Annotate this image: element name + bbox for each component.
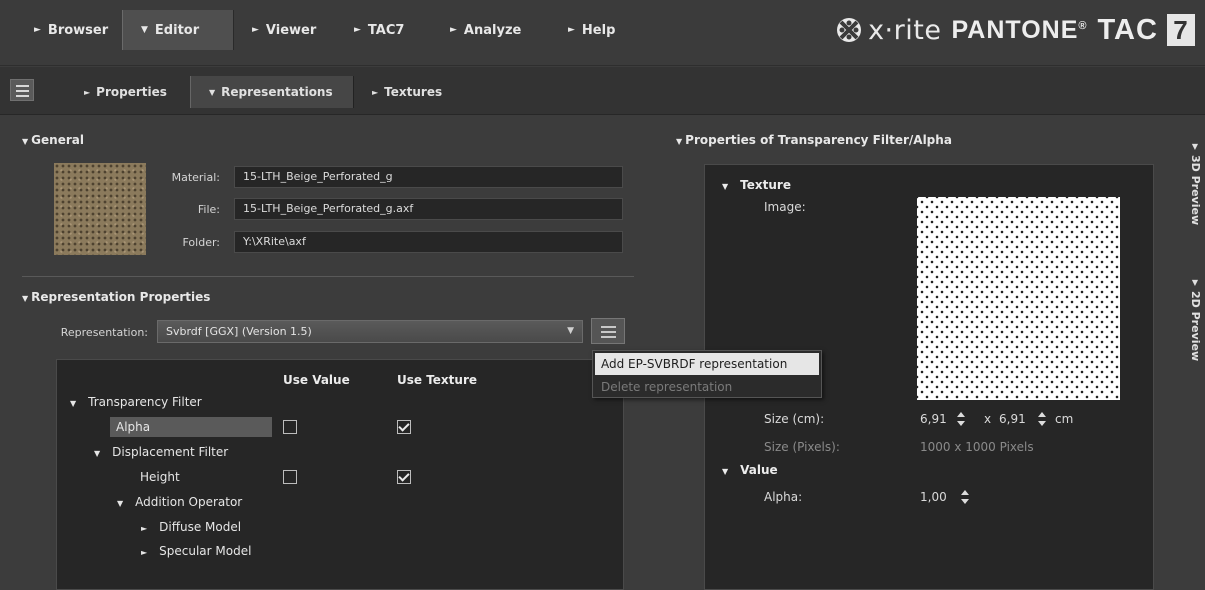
size-pixels-value: 1000 x 1000 Pixels — [920, 440, 1034, 454]
general-section-header[interactable]: ▼ General — [22, 133, 84, 147]
file-field[interactable]: 15-LTH_Beige_Perforated_g.axf — [234, 198, 623, 220]
tab-representations[interactable]: ▼ Representations — [190, 76, 354, 108]
tree-node-diffuse-model[interactable]: ► Diffuse Model — [141, 520, 241, 534]
size-height-spinner-icon[interactable] — [1038, 412, 1047, 426]
tab-help[interactable]: ► Help — [550, 10, 630, 50]
tab-viewer[interactable]: ► Viewer — [234, 10, 336, 50]
tac-logo: TAC 7 — [1097, 13, 1195, 47]
editor-sub-menu: ► Properties ▼ Representations ► Textures — [0, 67, 1205, 115]
xrite-logo: x·rite — [836, 15, 941, 46]
tree-node-addition-operator[interactable]: ▼ Addition Operator — [117, 495, 242, 509]
folder-field[interactable]: Y:\XRite\axf — [234, 231, 623, 253]
value-group-header[interactable]: ▼ Value — [722, 463, 778, 477]
size-width-value[interactable]: 6,91 — [920, 412, 947, 426]
tab-textures[interactable]: ► Textures — [354, 76, 464, 108]
delete-representation-menu-item: Delete representation — [601, 380, 733, 394]
representation-context-menu: Add EP-SVBRDF representation Delete repr… — [592, 350, 822, 398]
file-label: File: — [197, 203, 220, 216]
tree-node-height[interactable]: Height — [140, 470, 180, 484]
tab-tac7[interactable]: ► TAC7 — [336, 10, 432, 50]
size-cm-label: Size (cm): — [764, 412, 825, 426]
texture-image-preview — [917, 197, 1120, 400]
alpha-use-texture-checkbox[interactable] — [397, 420, 411, 434]
material-label: Material: — [171, 171, 220, 184]
image-label: Image: — [764, 200, 806, 214]
alpha-spinner-icon[interactable] — [961, 490, 970, 504]
size-unit: cm — [1055, 412, 1074, 426]
folder-label: Folder: — [182, 236, 220, 249]
size-separator: x — [984, 412, 992, 426]
tab-browser[interactable]: ► Browser — [16, 10, 122, 50]
dropdown-arrow-icon: ▼ — [567, 326, 574, 336]
material-thumbnail — [54, 163, 146, 255]
alpha-value-label: Alpha: — [764, 490, 803, 504]
use-texture-header: Use Texture — [397, 373, 478, 387]
tab-editor[interactable]: ▼ Editor — [122, 10, 234, 50]
tree-node-transparency-filter[interactable]: ▼ Transparency Filter — [70, 395, 202, 409]
hamburger-menu-icon[interactable] — [10, 79, 34, 101]
tree-node-displacement-filter[interactable]: ▼ Displacement Filter — [94, 445, 228, 459]
tab-properties[interactable]: ► Properties — [66, 76, 190, 108]
height-use-texture-checkbox[interactable] — [397, 470, 411, 484]
representation-label: Representation: — [60, 326, 148, 339]
material-field[interactable]: 15-LTH_Beige_Perforated_g — [234, 166, 623, 188]
pantone-logo: PANTONE® — [951, 15, 1088, 44]
tab-analyze[interactable]: ► Analyze — [432, 10, 550, 50]
height-use-value-checkbox[interactable] — [283, 470, 297, 484]
use-value-header: Use Value — [283, 373, 350, 387]
tab-2d-preview[interactable]: ▼ 2D Preview — [1185, 278, 1205, 361]
main-menu-bar: ► Browser ▼ Editor ► Viewer ► TAC7 ► Analyze … — [0, 0, 1205, 66]
texture-group-header[interactable]: ▼ Texture — [722, 178, 791, 192]
properties-section-header[interactable]: ▼ Properties of Transparency Filter/Alpha — [676, 133, 952, 147]
add-ep-svbrdf-menu-item[interactable]: Add EP-SVBRDF representation — [595, 353, 819, 375]
editor-tabs: ► Properties ▼ Representations ► Textures — [66, 76, 464, 108]
alpha-use-value-checkbox[interactable] — [283, 420, 297, 434]
size-width-spinner-icon[interactable] — [957, 412, 966, 426]
alpha-value-field[interactable]: 1,00 — [920, 490, 947, 504]
section-divider — [22, 276, 634, 277]
representation-menu-button[interactable] — [591, 318, 625, 344]
size-pixels-label: Size (Pixels): — [764, 440, 840, 454]
representation-section-header[interactable]: ▼ Representation Properties — [22, 290, 210, 304]
tree-node-specular-model[interactable]: ► Specular Model — [141, 544, 251, 558]
tree-node-alpha[interactable]: Alpha — [110, 417, 272, 437]
size-height-value[interactable]: 6,91 — [999, 412, 1026, 426]
brand-logo: x·rite PANTONE® TAC 7 — [836, 12, 1195, 48]
main-tabs: ► Browser ▼ Editor ► Viewer ► TAC7 ► Analyze … — [16, 10, 630, 50]
tab-3d-preview[interactable]: ▼ 3D Preview — [1185, 142, 1205, 225]
xrite-mark-icon — [837, 18, 862, 42]
representation-select[interactable]: Svbrdf [GGX] (Version 1.5) ▼ — [157, 320, 583, 343]
